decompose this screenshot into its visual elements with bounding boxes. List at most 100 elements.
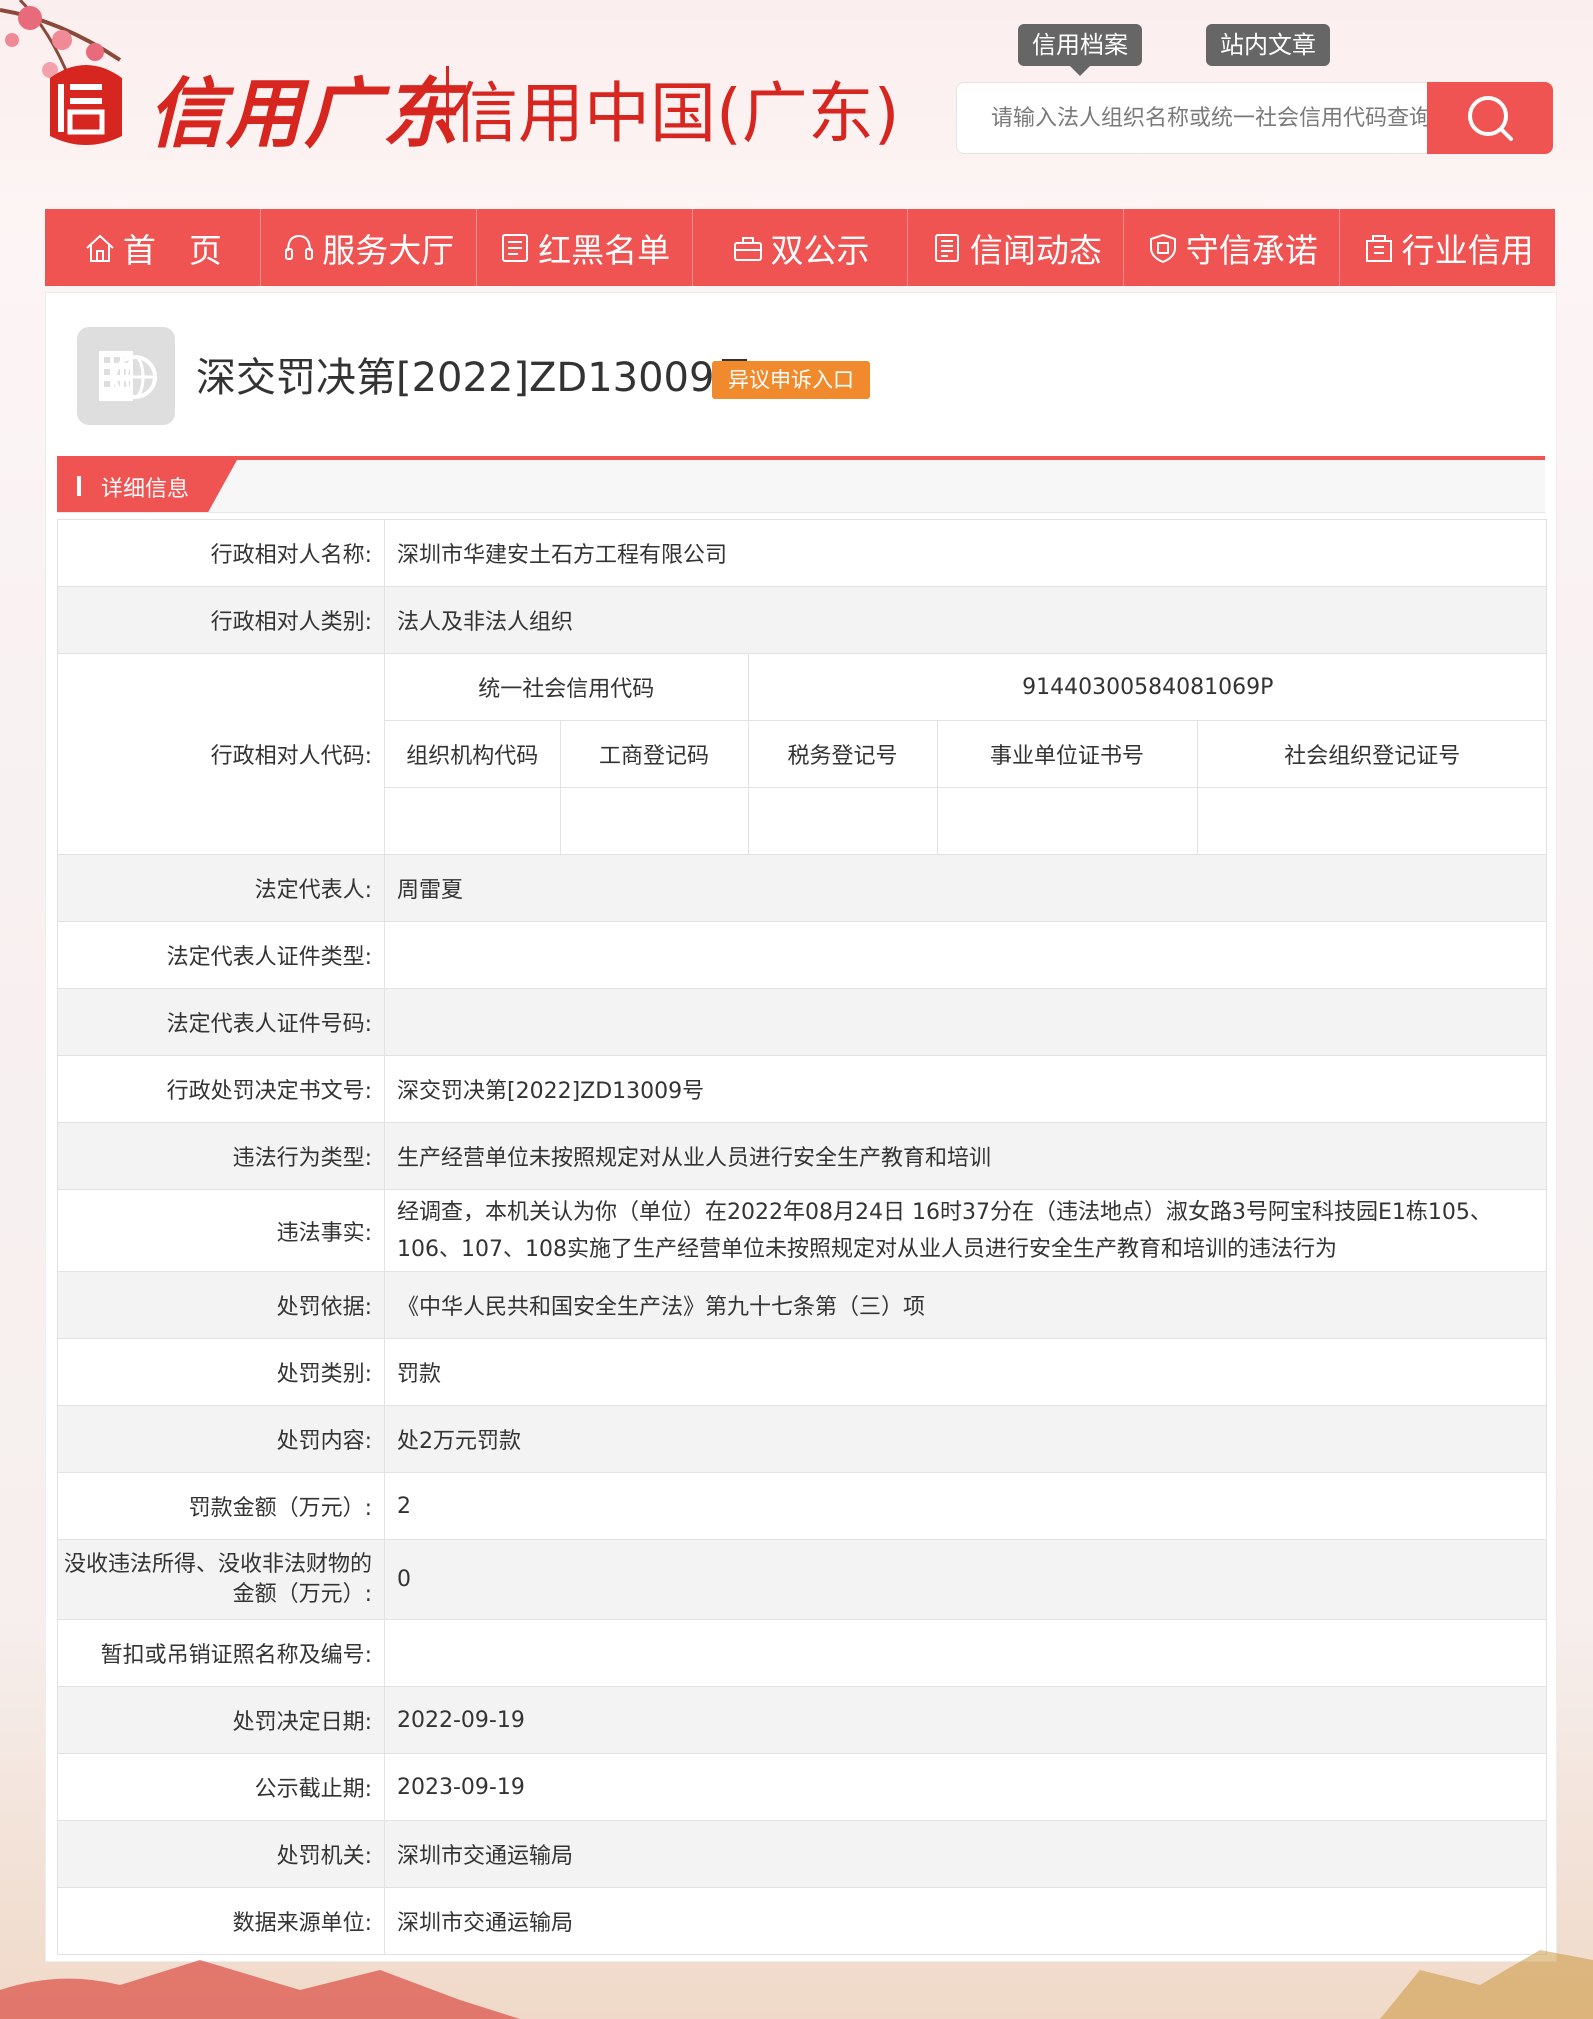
table-row: 法定代表人证件号码: <box>57 988 1547 1056</box>
globe-building-icon <box>99 351 157 401</box>
code-header: 税务登记号 <box>747 720 938 788</box>
table-row: 法定代表人: 周雷夏 <box>57 854 1547 922</box>
search-icon <box>1468 96 1513 141</box>
nav-item-label: 行业信用 <box>1401 230 1534 270</box>
field-value-decision-date: 2022-09-19 <box>384 1686 1547 1754</box>
building-icon <box>1365 234 1392 262</box>
brand-script-logo: 信用广东 <box>148 69 460 158</box>
field-value-confiscation: 0 <box>384 1539 1547 1620</box>
field-label: 违法事实: <box>57 1189 385 1272</box>
table-row: 行政相对人类别: 法人及非法人组织 <box>57 586 1547 654</box>
nav-item-label: 首 页 <box>122 230 222 270</box>
uscc-label: 统一社会信用代码 <box>385 654 749 721</box>
field-label: 暂扣或吊销证照名称及编号: <box>57 1619 385 1687</box>
document-icon <box>934 233 959 262</box>
nav-item-trust-commitment[interactable]: 守信承诺 <box>1124 209 1341 286</box>
list-icon <box>502 233 529 262</box>
table-row: 处罚内容: 处2万元罚款 <box>57 1405 1547 1473</box>
credit-guangdong-logo-icon[interactable] <box>40 58 132 150</box>
nav-item-credit-news[interactable]: 信闻动态 <box>908 209 1125 286</box>
code-header: 组织机构代码 <box>385 720 561 788</box>
shield-icon <box>1149 233 1176 263</box>
field-label: 行政处罚决定书文号: <box>57 1055 385 1123</box>
field-label: 处罚内容: <box>57 1405 385 1473</box>
code-header: 事业单位证书号 <box>936 720 1198 788</box>
field-label: 处罚类别: <box>57 1338 385 1406</box>
field-label: 行政相对人代码: <box>57 653 385 855</box>
table-row: 公示截止期: 2023-09-19 <box>57 1753 1547 1821</box>
field-value-license <box>384 1619 1547 1687</box>
table-row: 处罚依据: 《中华人民共和国安全生产法》第九十七条第（三）项 <box>57 1271 1547 1339</box>
briefcase-icon <box>733 236 762 261</box>
field-label: 处罚机关: <box>57 1820 385 1888</box>
record-icon <box>77 327 175 425</box>
code-value <box>936 787 1198 854</box>
table-row: 行政处罚决定书文号: 深交罚决第[2022]ZD13009号 <box>57 1055 1547 1123</box>
field-value-decision-no: 深交罚决第[2022]ZD13009号 <box>384 1055 1547 1123</box>
field-value-legal-rep-id-no <box>384 988 1547 1056</box>
nav-item-label: 守信承诺 <box>1185 230 1318 270</box>
headset-icon <box>285 234 314 260</box>
field-label: 处罚依据: <box>57 1271 385 1339</box>
home-icon <box>86 234 114 262</box>
field-value-basis: 《中华人民共和国安全生产法》第九十七条第（三）项 <box>384 1271 1547 1339</box>
section-title: 详细信息 <box>101 477 190 502</box>
code-value <box>385 787 561 854</box>
uscc-value: 91440300584081069P <box>747 654 1548 721</box>
table-row: 处罚类别: 罚款 <box>57 1338 1547 1406</box>
section-header: 详细信息 <box>57 456 1545 513</box>
table-row: 法定代表人证件类型: <box>57 921 1547 989</box>
nav-item-label: 红黑名单 <box>538 230 671 270</box>
site-header: 信用广东 信用中国(广东) 信用档案 站内文章 <box>0 0 1593 200</box>
field-value-publicity-end: 2023-09-19 <box>384 1753 1547 1821</box>
field-value-violation-facts: 经调查，本机关认为你（单位）在2022年08月24日 16时37分在（违法地点）… <box>384 1189 1547 1272</box>
code-header: 工商登记码 <box>559 720 749 788</box>
table-row: 罚款金额（万元）: 2 <box>57 1472 1547 1540</box>
table-row: 行政相对人代码: 统一社会信用代码 91440300584081069P 组织机… <box>57 653 1548 855</box>
section-marker <box>77 476 81 496</box>
search-box <box>956 82 1433 154</box>
tab-active-arrow <box>1070 66 1090 76</box>
nav-item-double-publicity[interactable]: 双公示 <box>693 209 909 286</box>
field-label: 法定代表人: <box>57 854 385 922</box>
code-value <box>1196 787 1548 854</box>
table-row: 违法事实: 经调查，本机关认为你（单位）在2022年08月24日 16时37分在… <box>57 1189 1547 1272</box>
section-tab-details: 详细信息 <box>57 460 237 512</box>
field-value-fine-amount: 2 <box>384 1472 1547 1540</box>
field-value-penalty-content: 处2万元罚款 <box>384 1405 1547 1473</box>
field-label: 法定代表人证件号码: <box>57 988 385 1056</box>
party-code-cell: 统一社会信用代码 91440300584081069P 组织机构代码 工商登记码… <box>384 653 1548 855</box>
field-label: 行政相对人类别: <box>57 586 385 654</box>
detail-table: 行政相对人名称: 深圳市华建安土石方工程有限公司 行政相对人类别: 法人及非法人… <box>57 519 1548 1955</box>
nav-item-red-black-list[interactable]: 红黑名单 <box>477 209 693 286</box>
field-label: 法定代表人证件类型: <box>57 921 385 989</box>
table-row: 行政相对人名称: 深圳市华建安土石方工程有限公司 <box>57 519 1547 587</box>
table-row: 暂扣或吊销证照名称及编号: <box>57 1619 1547 1687</box>
code-value <box>747 787 938 854</box>
field-label: 公示截止期: <box>57 1753 385 1821</box>
field-label: 罚款金额（万元）: <box>57 1472 385 1540</box>
detail-panel: 深交罚决第[2022]ZD13009号 异议申诉入口 详细信息 行政相对人名称:… <box>45 292 1557 1962</box>
nav-item-label: 双公示 <box>770 230 870 270</box>
field-value-legal-rep: 周雷夏 <box>384 854 1547 922</box>
field-value-legal-rep-id-type <box>384 921 1547 989</box>
nav-item-home[interactable]: 首 页 <box>45 209 261 286</box>
appeal-button[interactable]: 异议申诉入口 <box>712 361 870 399</box>
field-value-authority: 深圳市交通运输局 <box>384 1820 1547 1888</box>
field-value-party-type: 法人及非法人组织 <box>384 586 1547 654</box>
search-input[interactable] <box>957 83 1433 153</box>
nav-item-industry-credit[interactable]: 行业信用 <box>1340 209 1555 286</box>
page-title: 深交罚决第[2022]ZD13009号 <box>196 355 755 401</box>
table-row: 处罚机关: 深圳市交通运输局 <box>57 1820 1547 1888</box>
field-value-violation-type: 生产经营单位未按照规定对从业人员进行安全生产教育和培训 <box>384 1122 1547 1190</box>
field-label: 没收违法所得、没收非法财物的金额（万元）: <box>57 1539 385 1620</box>
field-value-party-name: 深圳市华建安土石方工程有限公司 <box>384 519 1547 587</box>
field-label: 处罚决定日期: <box>57 1686 385 1754</box>
tab-site-articles[interactable]: 站内文章 <box>1206 24 1330 66</box>
nav-item-service-hall[interactable]: 服务大厅 <box>261 209 477 286</box>
search-button[interactable] <box>1427 82 1553 154</box>
party-code-table: 统一社会信用代码 91440300584081069P 组织机构代码 工商登记码… <box>385 654 1548 854</box>
footer-building-decoration <box>0 1950 1593 2019</box>
main-nav: 首 页 服务大厅 红黑名单 双公示 信闻动态 守信承诺 行业信用 <box>45 209 1555 286</box>
tab-credit-archive[interactable]: 信用档案 <box>1018 24 1142 76</box>
